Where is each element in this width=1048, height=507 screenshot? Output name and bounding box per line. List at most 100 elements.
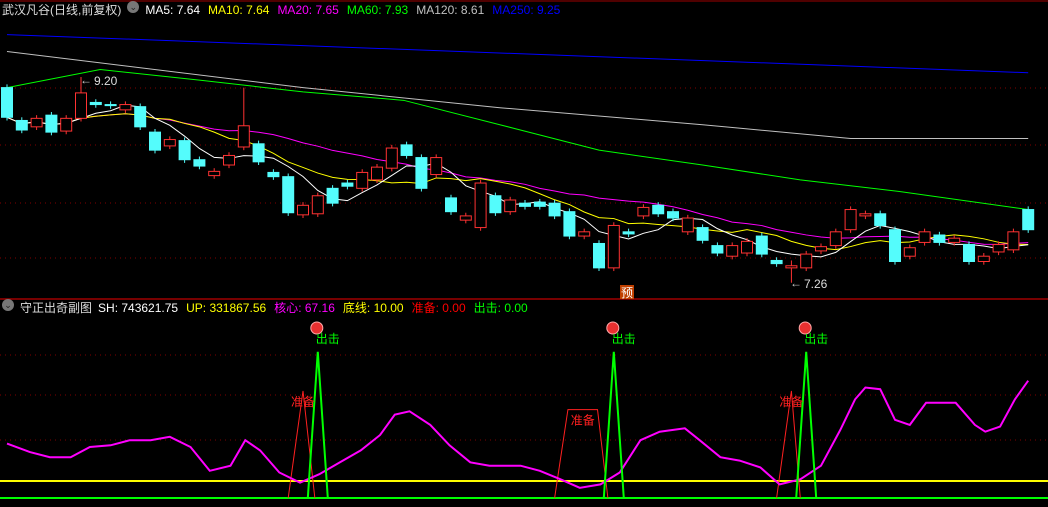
candle-body	[252, 143, 265, 163]
candle-body	[371, 166, 383, 181]
indicator-label-3: 底线: 10.00	[342, 301, 404, 315]
candle-body	[474, 182, 487, 229]
candle-body	[1007, 231, 1020, 251]
ma-label-0: MA5: 7.64	[145, 3, 201, 17]
candle-body	[385, 147, 398, 169]
forecast-badge: 预	[621, 286, 633, 300]
candle-body	[163, 139, 176, 147]
indicator-label-value: 743621.75	[121, 301, 179, 315]
indicator-label-4: 准备: 0.00	[411, 301, 466, 315]
candle-body	[430, 157, 443, 176]
candle-body	[193, 159, 206, 167]
candle-body	[563, 211, 576, 237]
candle-body	[445, 197, 457, 213]
prepare-label: 准备	[779, 395, 803, 409]
candle-body	[119, 104, 132, 111]
candle-body	[800, 253, 813, 269]
candle-body	[519, 202, 531, 207]
candle-body	[489, 195, 502, 214]
ma-label-4: MA120: 8.61	[416, 3, 485, 17]
ma-label-value: 8.61	[460, 3, 485, 17]
attack-label: 出击	[316, 332, 340, 346]
candle-body	[578, 231, 591, 237]
ma-label-name: MA5	[145, 3, 171, 17]
chevron-down-icon[interactable]: ⌄	[2, 299, 14, 311]
candle-body	[903, 247, 916, 257]
ma-label-value: 7.65	[315, 3, 339, 17]
ma-label-value: 7.64	[176, 3, 201, 17]
sub-title: 守正出奇副图	[20, 301, 93, 315]
indicator-label-name: UP	[186, 301, 203, 315]
ma-label-value: 9.25	[536, 3, 561, 17]
ma-label-value: 7.64	[246, 3, 270, 17]
candle-body	[977, 255, 990, 263]
indicator-label-value: 331867.56	[209, 301, 267, 315]
ma-label-2: MA20: 7.65	[277, 3, 339, 17]
attack-signal	[306, 351, 329, 499]
indicator-label-name: 核心	[274, 301, 299, 315]
candle-body	[400, 144, 413, 156]
candle-body	[548, 202, 561, 217]
ma-label-3: MA60: 7.93	[346, 3, 409, 17]
sub-legend: ⌄ 守正出奇副图 SH: 743621.75 UP: 331867.56 核心: 6…	[2, 299, 528, 317]
candle-body	[992, 244, 1005, 253]
candle-body	[267, 171, 280, 178]
candle-body	[681, 217, 694, 233]
candle-body	[948, 237, 961, 243]
low-price-label: 7.26	[804, 277, 828, 291]
candle-body	[149, 131, 161, 151]
prepare-label: 准备	[571, 414, 595, 428]
candle-body	[696, 227, 709, 241]
indicator-label-1: UP: 331867.56	[186, 301, 267, 315]
ma-label-value: 7.93	[384, 3, 409, 17]
candle-body	[237, 125, 250, 148]
candle-body	[593, 242, 605, 269]
candle-body	[963, 244, 975, 263]
ma250-line	[6, 34, 1029, 74]
candle-body	[533, 201, 546, 207]
ma-label-name: MA10	[208, 3, 240, 17]
candle-body	[459, 215, 472, 221]
candle-body	[637, 206, 650, 217]
candle-body	[326, 187, 339, 204]
candle-body	[667, 211, 679, 219]
candle-body	[208, 170, 221, 177]
indicator-label-0: SH: 743621.75	[98, 301, 179, 315]
candle-body	[504, 199, 517, 213]
candle-body	[15, 119, 28, 131]
stock-title: 武汉凡谷(日线,前复权)	[2, 3, 122, 17]
candle-body	[622, 231, 635, 235]
candle-body	[711, 245, 724, 254]
attack-label: 出击	[612, 332, 636, 346]
candle-body	[341, 182, 354, 187]
indicator-label-2: 核心: 67.16	[274, 301, 335, 315]
candle-body	[415, 157, 428, 189]
candle-body	[75, 92, 87, 119]
ma-label-name: MA20	[277, 3, 309, 17]
ma120-line	[6, 51, 1029, 139]
attack-label: 出击	[804, 332, 828, 346]
candle-body	[223, 154, 235, 166]
candle-body	[30, 117, 43, 128]
indicator-label-name: 底线	[342, 301, 367, 315]
indicator-label-name: SH	[98, 301, 115, 315]
indicator-label-value: 10.00	[373, 301, 404, 315]
indicator-label-value: 0.00	[504, 301, 528, 315]
ma-label-name: MA250	[492, 3, 531, 17]
indicator-label-value: 67.16	[304, 301, 335, 315]
arrow-icon: ←	[80, 73, 92, 87]
indicator-label-name: 准备	[411, 301, 436, 315]
candle-body	[282, 176, 295, 214]
candle-body	[844, 209, 857, 231]
stock-chart: ← 9.20← 7.26预出击 出击 出击准备准备准备	[0, 0, 1048, 499]
candle-body	[1, 87, 13, 118]
candle-body	[918, 231, 931, 243]
candle-body	[60, 117, 73, 132]
candle-body	[829, 231, 842, 247]
indicator-label-5: 出击: 0.00	[473, 301, 528, 315]
candle-body	[311, 195, 324, 215]
candle-body	[741, 240, 753, 254]
chevron-down-icon[interactable]: ⌄	[127, 1, 140, 13]
candle-body	[785, 265, 798, 269]
candle-body	[889, 229, 901, 263]
